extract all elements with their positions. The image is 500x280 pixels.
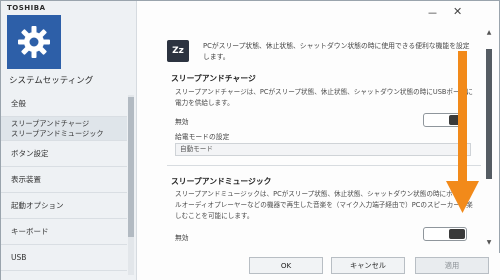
- sleep-charge-title: スリープアンドチャージ: [171, 74, 256, 83]
- sidebar-nav: 全般 スリープアンドチャージ スリープアンドミュージック ボタン設定 表示装置 …: [1, 91, 127, 271]
- sleep-charge-toggle[interactable]: [423, 113, 467, 127]
- sleep-music-title: スリープアンドミュージック: [171, 177, 272, 186]
- power-mode-label: 給電モードの設定: [175, 133, 230, 141]
- scroll-up-icon[interactable]: ▲: [485, 29, 493, 36]
- sidebar-item-label: ボタン設定: [11, 149, 49, 158]
- toggle-knob: [449, 229, 465, 239]
- sidebar-item-label: USB: [11, 253, 27, 262]
- toggle-knob: [449, 115, 465, 125]
- sidebar-item-usb[interactable]: USB: [1, 245, 127, 271]
- content-scrollbar[interactable]: ▲ ▼: [485, 29, 493, 251]
- scroll-down-icon[interactable]: ▼: [485, 239, 493, 246]
- sidebar-scrollbar-thumb[interactable]: [128, 97, 134, 237]
- intro-text: PCがスリープ状態、休止状態、シャットダウン状態の時に使用できる便利な機能を設定…: [203, 42, 470, 61]
- app-title: システムセッティング: [9, 76, 94, 86]
- sidebar-item-button-settings[interactable]: ボタン設定: [1, 141, 127, 167]
- sidebar-item-boot-options[interactable]: 起動オプション: [1, 193, 127, 219]
- sidebar-item-label: 表示装置: [11, 175, 41, 184]
- power-mode-select[interactable]: 自動モード: [175, 143, 471, 156]
- sidebar-item-display[interactable]: 表示装置: [1, 167, 127, 193]
- dialog-footer: OK キャンセル 適用: [137, 253, 500, 280]
- cancel-button[interactable]: キャンセル: [331, 257, 405, 274]
- minimize-button[interactable]: －: [427, 5, 438, 21]
- close-button[interactable]: ✕: [453, 5, 462, 18]
- sleep-music-state-label: 無効: [175, 234, 189, 242]
- app-tile: [7, 15, 61, 69]
- apply-button[interactable]: 適用: [415, 257, 489, 274]
- sleep-charge-state-label: 無効: [175, 118, 189, 126]
- content-scrollbar-thumb[interactable]: [486, 49, 492, 179]
- section-divider: [167, 165, 481, 166]
- sidebar-item-label: 起動オプション: [11, 201, 64, 210]
- sidebar-item-sleep-and-charge[interactable]: スリープアンドチャージ スリープアンドミュージック: [1, 117, 127, 141]
- sidebar-item-general[interactable]: 全般: [1, 91, 127, 117]
- sleep-music-description: スリープアンドミュージックは、PCがスリープ状態、休止状態、シャットダウン状態の…: [175, 190, 473, 220]
- sidebar: TOSHIBA システムセッティング 全般 スリープアンドチャージ スリープアン…: [1, 1, 137, 280]
- sleep-icon: Zz: [167, 40, 189, 62]
- sidebar-item-label: スリープアンドミュージック: [11, 128, 104, 138]
- content-panel: Zz PCがスリープ状態、休止状態、シャットダウン状態の時に使用できる便利な機能…: [141, 29, 481, 249]
- sidebar-item-label: 全般: [11, 99, 26, 108]
- sidebar-item-label: スリープアンドチャージ: [11, 118, 90, 128]
- sleep-music-toggle[interactable]: [423, 227, 467, 241]
- brand-logo: TOSHIBA: [7, 4, 46, 12]
- sidebar-item-keyboard[interactable]: キーボード: [1, 219, 127, 245]
- sidebar-item-label: キーボード: [11, 227, 49, 236]
- gear-icon: [18, 26, 50, 58]
- ok-button[interactable]: OK: [249, 257, 323, 274]
- sleep-charge-description: スリープアンドチャージは、PCがスリープ状態、休止状態、シャットダウン状態の時に…: [175, 88, 473, 107]
- sidebar-scrollbar[interactable]: [128, 95, 134, 275]
- settings-window: TOSHIBA システムセッティング 全般 スリープアンドチャージ スリープアン…: [0, 0, 500, 280]
